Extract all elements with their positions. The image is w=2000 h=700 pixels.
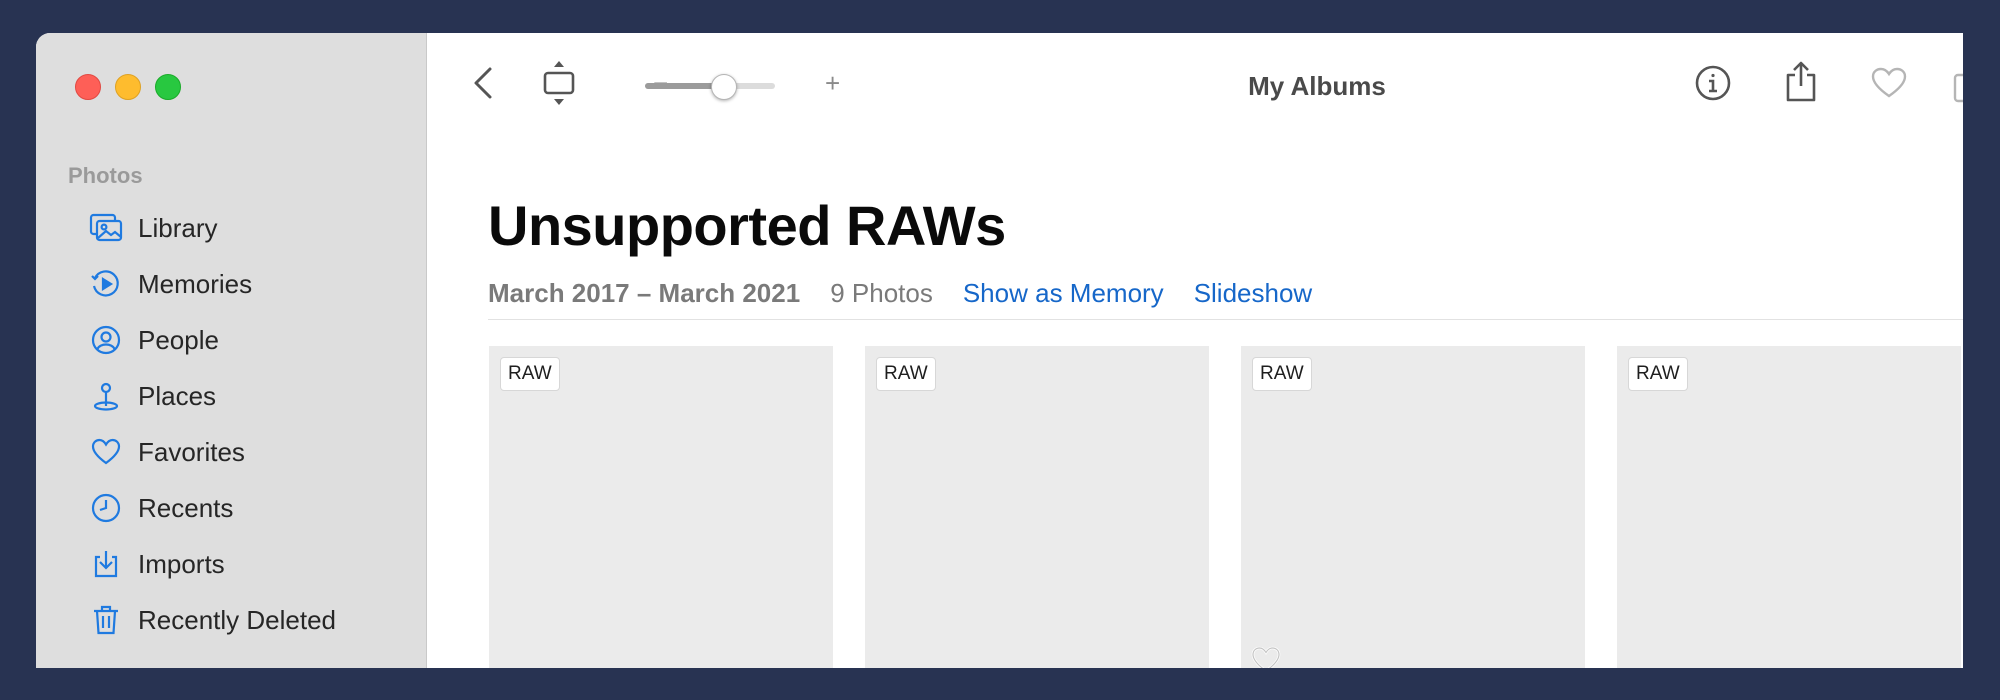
- favorite-heart-icon[interactable]: [1251, 646, 1283, 668]
- library-icon: [88, 210, 124, 246]
- album-meta-row: March 2017 – March 2021 9 Photos Show as…: [488, 278, 1342, 309]
- rotate-icon: [1951, 61, 1963, 109]
- sidebar-item-label: Places: [138, 380, 217, 411]
- zoom-in-button[interactable]: +: [825, 68, 840, 99]
- photo-thumbnail[interactable]: RAW: [489, 346, 833, 668]
- sidebar-item-label: Imports: [138, 548, 225, 579]
- imports-icon: [88, 546, 124, 582]
- sidebar-item-library[interactable]: Library: [88, 200, 336, 256]
- favorites-icon: [88, 434, 124, 470]
- photo-thumbnail[interactable]: RAW: [865, 346, 1209, 668]
- sidebar-item-label: Favorites: [138, 436, 245, 467]
- zoom-window-button[interactable]: [155, 74, 181, 100]
- sidebar-item-favorites[interactable]: Favorites: [88, 424, 336, 480]
- minimize-window-button[interactable]: [115, 74, 141, 100]
- sidebar: Photos Library Memories People Places Fa…: [36, 33, 427, 668]
- header-divider: [488, 319, 1963, 320]
- memories-icon: [88, 266, 124, 302]
- rotate-button[interactable]: [1951, 61, 1963, 109]
- raw-badge: RAW: [500, 357, 560, 391]
- back-button[interactable]: [463, 65, 503, 105]
- slideshow-link[interactable]: Slideshow: [1194, 278, 1313, 309]
- chevron-left-icon: [472, 66, 494, 105]
- sidebar-item-people[interactable]: People: [88, 312, 336, 368]
- info-button[interactable]: [1691, 63, 1735, 107]
- sidebar-item-memories[interactable]: Memories: [88, 256, 336, 312]
- sidebar-item-label: Library: [138, 212, 218, 243]
- share-button[interactable]: [1779, 59, 1823, 107]
- sidebar-list: Library Memories People Places Favorites…: [88, 200, 336, 648]
- photo-count: 9 Photos: [830, 278, 933, 308]
- sidebar-item-places[interactable]: Places: [88, 368, 336, 424]
- zoom-slider-knob[interactable]: [711, 74, 737, 100]
- sidebar-item-recents[interactable]: Recents: [88, 480, 336, 536]
- sidebar-item-label: People: [138, 324, 219, 355]
- people-icon: [88, 322, 124, 358]
- close-window-button[interactable]: [75, 74, 101, 100]
- sidebar-item-label: Recently Deleted: [138, 604, 336, 635]
- info-icon: [1695, 65, 1731, 106]
- trash-icon: [88, 602, 124, 638]
- photo-thumbnail[interactable]: RAW: [1241, 346, 1585, 668]
- sidebar-item-label: Memories: [138, 268, 253, 299]
- album-title: Unsupported RAWs: [488, 194, 1006, 257]
- sidebar-item-recently-deleted[interactable]: Recently Deleted: [88, 592, 336, 648]
- aspect-toggle-button[interactable]: [539, 60, 579, 111]
- main-content: − + My Albums: [427, 33, 1963, 668]
- date-range: March 2017 – March 2021: [488, 278, 801, 308]
- raw-badge: RAW: [1628, 357, 1688, 391]
- window-title: My Albums: [1248, 71, 1386, 101]
- favorite-button[interactable]: [1867, 63, 1911, 107]
- photos-window: Photos Library Memories People Places Fa…: [36, 33, 1963, 668]
- fit-size-icon: [542, 60, 576, 111]
- places-icon: [88, 378, 124, 414]
- zoom-slider-track[interactable]: [645, 83, 775, 89]
- recents-icon: [88, 490, 124, 526]
- sidebar-section-title: Photos: [68, 163, 143, 188]
- raw-badge: RAW: [1252, 357, 1312, 391]
- sidebar-item-imports[interactable]: Imports: [88, 536, 336, 592]
- share-icon: [1784, 60, 1818, 107]
- photo-thumbnail[interactable]: RAW: [1617, 346, 1961, 668]
- show-as-memory-link[interactable]: Show as Memory: [963, 278, 1164, 309]
- raw-badge: RAW: [876, 357, 936, 391]
- sidebar-item-label: Recents: [138, 492, 234, 523]
- heart-icon: [1871, 67, 1907, 104]
